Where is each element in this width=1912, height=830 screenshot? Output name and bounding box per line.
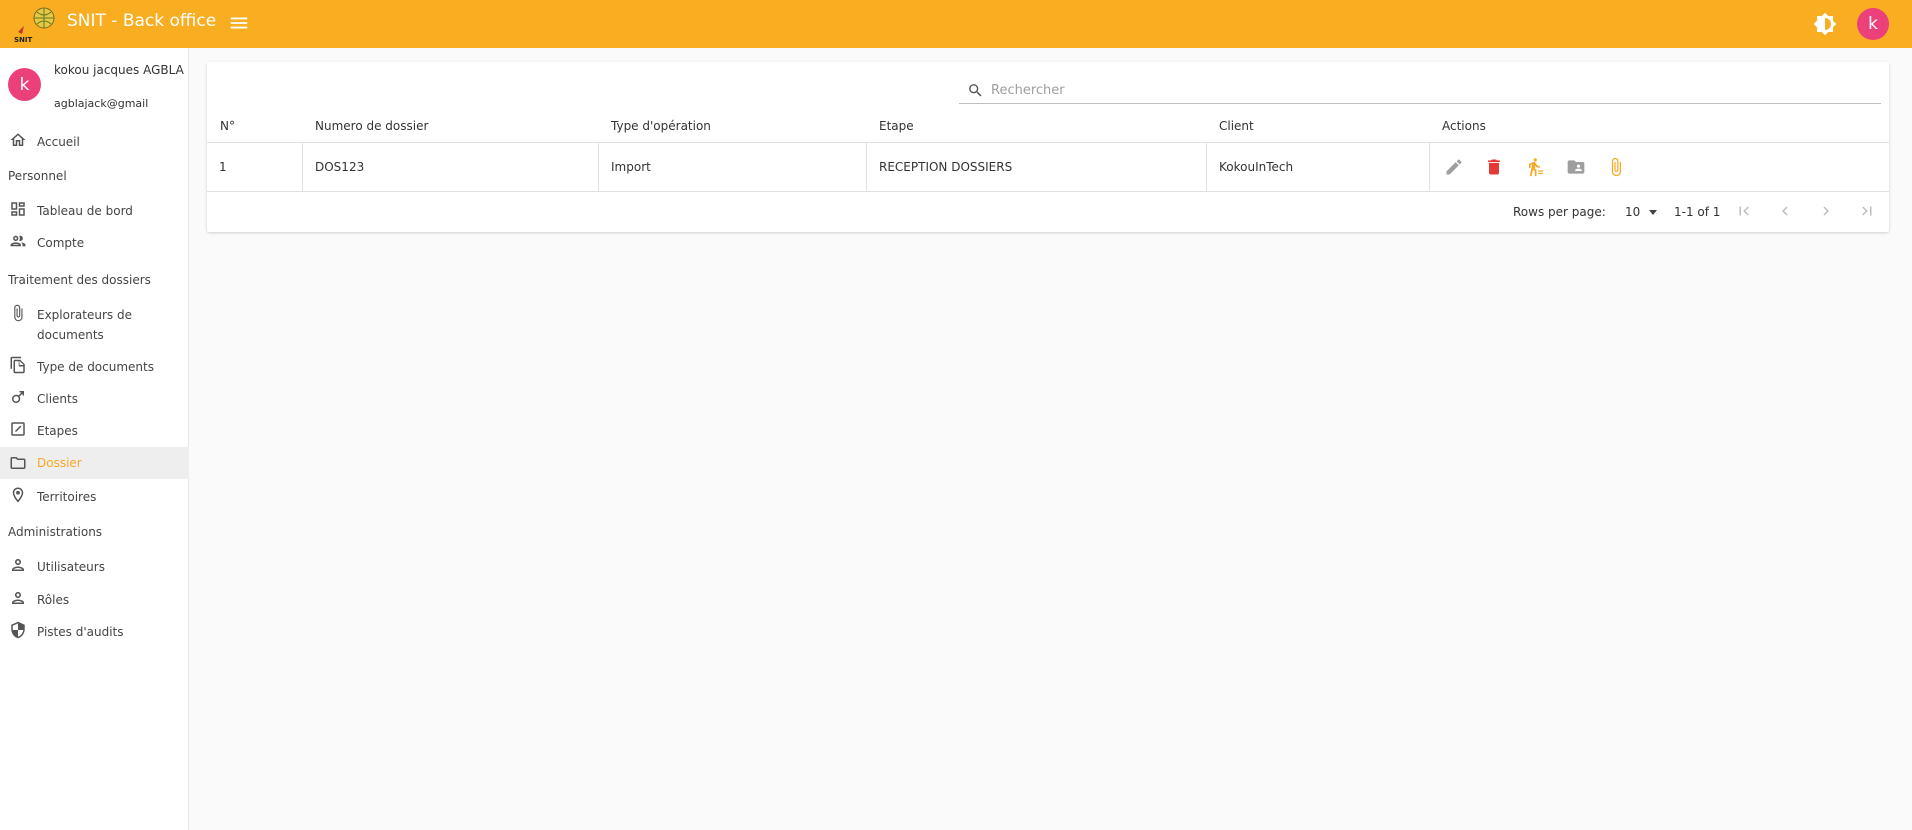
column-header-actions: Actions xyxy=(1442,119,1486,133)
sidebar-item-label: Territoires xyxy=(37,490,97,504)
sidebar-item-tableau-de-bord[interactable]: Tableau de bord xyxy=(0,200,189,222)
sidebar-item-label: Dossier xyxy=(37,456,82,470)
dropdown-arrow-icon xyxy=(1649,210,1657,215)
section-traitement: Traitement des dossiers xyxy=(8,273,151,287)
rows-per-page-label: Rows per page: xyxy=(1513,205,1606,219)
previous-page-icon[interactable] xyxy=(1776,202,1794,220)
attachment-icon[interactable] xyxy=(1606,157,1626,177)
sidebar-item-dossier[interactable]: Dossier xyxy=(0,447,189,479)
dossier-table-card: N° Numero de dossier Type d'opération Et… xyxy=(207,62,1889,232)
sidebar-item-type-de-documents[interactable]: Type de documents xyxy=(0,356,189,378)
table-row[interactable]: 1 DOS123 Import RECEPTION DOSSIERS Kokou… xyxy=(207,142,1889,192)
file-copy-icon xyxy=(9,356,27,374)
app-title: SNIT - Back office xyxy=(67,11,217,31)
cell-numero-ordre: 1 xyxy=(207,143,303,191)
sidebar-item-clients[interactable]: Clients xyxy=(0,388,189,410)
dashboard-icon xyxy=(9,200,27,218)
column-header-numero-dossier[interactable]: Numero de dossier xyxy=(315,119,428,133)
pagination-range: 1-1 of 1 xyxy=(1674,205,1721,219)
shared-folder-icon[interactable] xyxy=(1566,157,1586,177)
logo-text: SNIT xyxy=(14,36,33,44)
assign-step-icon[interactable] xyxy=(1524,157,1544,177)
first-page-icon[interactable] xyxy=(1735,202,1753,220)
section-administrations: Administrations xyxy=(8,525,103,539)
rows-per-page-value: 10 xyxy=(1625,205,1641,219)
user-profile: k kokou jacques AGBLA agblajack@gmail xyxy=(0,48,189,112)
search-icon xyxy=(967,82,984,99)
sidebar-item-label: Etapes xyxy=(37,424,78,438)
sidebar-item-label: Clients xyxy=(37,392,78,406)
delete-icon[interactable] xyxy=(1484,157,1504,177)
search-bar xyxy=(959,76,1881,104)
edit-square-icon xyxy=(9,420,27,438)
brightness-icon[interactable] xyxy=(1813,12,1837,36)
sidebar-item-label: Accueil xyxy=(37,135,80,149)
section-personnel: Personnel xyxy=(8,169,67,183)
sidebar-item-explorateurs[interactable]: Explorateurs de documents xyxy=(0,304,189,344)
location-icon xyxy=(9,486,27,504)
sidebar-item-etapes[interactable]: Etapes xyxy=(0,420,189,442)
attachment-icon xyxy=(9,304,27,322)
sidebar-item-label: Pistes d'audits xyxy=(37,625,124,639)
sidebar-item-label: Rôles xyxy=(37,593,70,607)
profile-name: kokou jacques AGBLA xyxy=(54,63,184,77)
sidebar-item-accueil[interactable]: Accueil xyxy=(0,131,189,153)
top-app-bar: SNIT SNIT - Back office k xyxy=(0,0,1912,48)
last-page-icon[interactable] xyxy=(1858,202,1876,220)
shield-icon xyxy=(9,621,27,639)
next-page-icon[interactable] xyxy=(1817,202,1835,220)
menu-icon[interactable] xyxy=(228,12,250,34)
column-header-client[interactable]: Client xyxy=(1219,119,1254,133)
sidebar-item-roles[interactable]: Rôles xyxy=(0,589,189,611)
search-input[interactable] xyxy=(991,80,1871,100)
folder-icon xyxy=(9,454,27,472)
sidebar-item-utilisateurs[interactable]: Utilisateurs xyxy=(0,556,189,578)
person-icon xyxy=(9,589,27,607)
sidebar-item-label: Compte xyxy=(37,236,85,250)
home-icon xyxy=(9,131,27,149)
sidebar-item-pistes-audits[interactable]: Pistes d'audits xyxy=(0,621,189,643)
people-icon xyxy=(9,232,27,250)
sidebar-item-label: Utilisateurs xyxy=(37,560,105,574)
sidebar-item-label: Explorateurs de documents xyxy=(37,308,132,342)
rows-per-page-select[interactable]: 10 xyxy=(1615,200,1665,224)
cell-actions xyxy=(1430,143,1889,191)
column-header-etape[interactable]: Etape xyxy=(879,119,914,133)
cell-type-operation: Import xyxy=(599,143,867,191)
sidebar-item-compte[interactable]: Compte xyxy=(0,232,189,254)
edit-icon[interactable] xyxy=(1444,157,1464,177)
male-icon xyxy=(9,388,27,406)
person-icon xyxy=(9,556,27,574)
column-header-numero-ordre[interactable]: N° xyxy=(220,119,235,133)
snit-logo: SNIT xyxy=(12,4,56,44)
cell-etape: RECEPTION DOSSIERS xyxy=(867,143,1207,191)
profile-avatar: k xyxy=(8,68,41,101)
sidebar-item-label: Type de documents xyxy=(37,360,154,374)
column-header-type-operation[interactable]: Type d'opération xyxy=(611,119,711,133)
sidebar-item-territoires[interactable]: Territoires xyxy=(0,486,189,508)
cell-numero-dossier: DOS123 xyxy=(303,143,599,191)
sidebar: k kokou jacques AGBLA agblajack@gmail Ac… xyxy=(0,48,189,830)
sidebar-item-label: Tableau de bord xyxy=(37,204,133,218)
profile-email: agblajack@gmail xyxy=(54,97,149,110)
cell-client: KokouInTech xyxy=(1207,143,1430,191)
user-avatar[interactable]: k xyxy=(1857,8,1889,40)
